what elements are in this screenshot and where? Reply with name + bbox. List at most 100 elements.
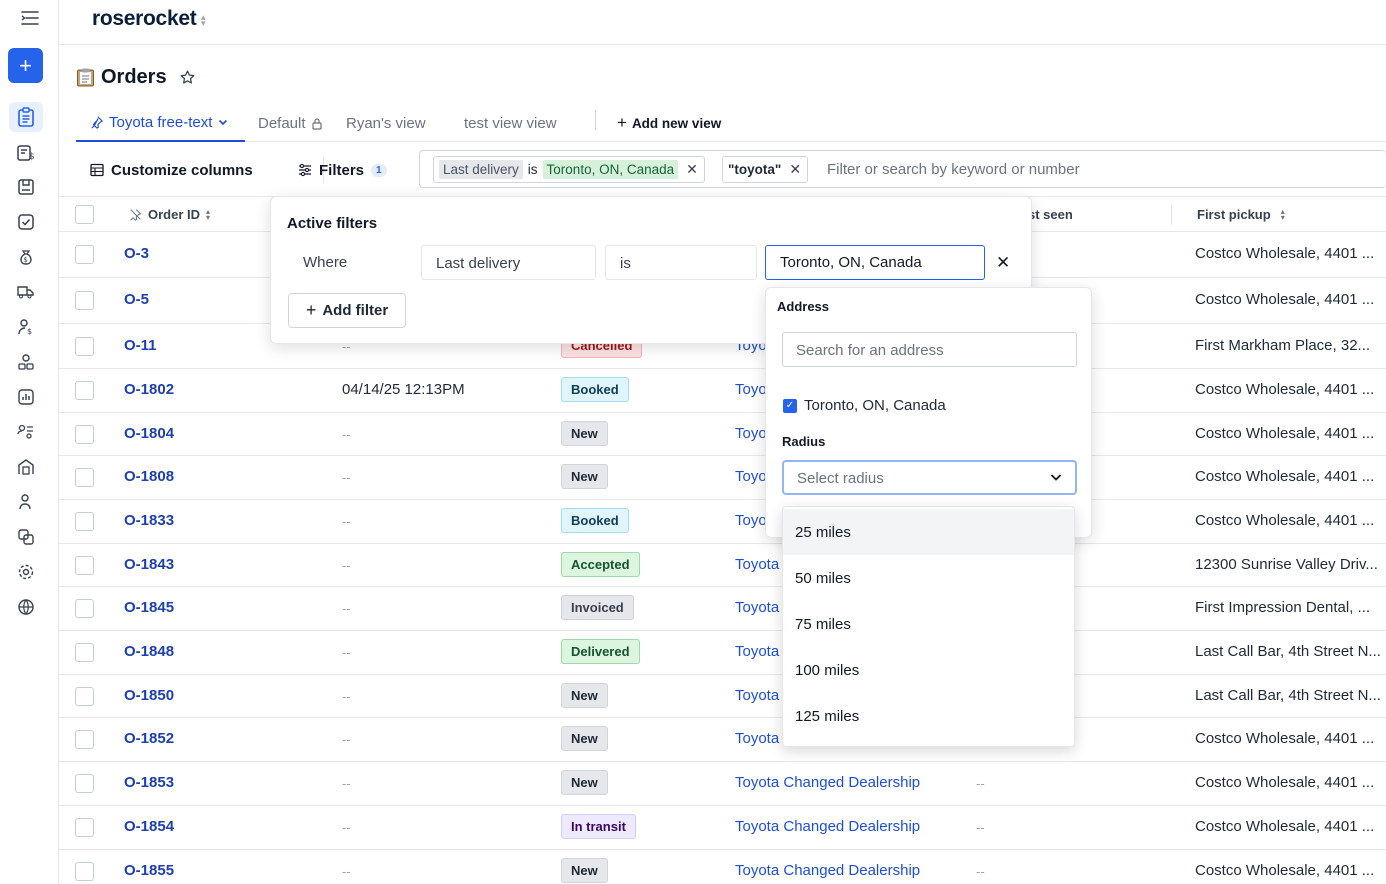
customer-link[interactable]: Toyota xyxy=(735,643,779,660)
radius-select[interactable]: Select radius xyxy=(782,460,1077,495)
table-row[interactable]: O-1804 -- New Toyo Costco Wholesale, 4401 ..… xyxy=(59,413,1386,456)
customer-link[interactable]: Toyota Changed Dealership xyxy=(735,862,920,879)
filter-operator-select[interactable]: is xyxy=(605,245,757,280)
row-checkbox[interactable] xyxy=(75,643,94,662)
sidebar-item-settings[interactable] xyxy=(9,557,43,587)
row-checkbox[interactable] xyxy=(75,556,94,575)
column-header-last-seen[interactable]: st seen xyxy=(1028,207,1073,222)
filter-chip-last-delivery[interactable]: Last delivery is Toronto, ON, Canada ✕ xyxy=(433,156,705,183)
row-checkbox[interactable] xyxy=(75,425,94,444)
filter-search-input[interactable]: Filter or search by keyword or number xyxy=(827,161,1080,178)
table-row[interactable]: O-1808 -- New Toyo Costco Wholesale, 4401 ..… xyxy=(59,456,1386,500)
filter-search-bar[interactable]: Last delivery is Toronto, ON, Canada ✕ "… xyxy=(419,150,1386,188)
add-new-view-button[interactable]: + Add new view xyxy=(617,104,721,142)
tab-test-view-view[interactable]: test view view xyxy=(464,104,557,142)
table-row[interactable]: O-1854 -- In transit Toyota Changed Dealers… xyxy=(59,806,1386,850)
address-option-toronto[interactable]: ✓ Toronto, ON, Canada xyxy=(783,397,946,414)
address-search-input[interactable]: Search for an address xyxy=(782,332,1077,367)
add-filter-button[interactable]: + Add filter xyxy=(288,293,406,328)
tab-toyota-free-text[interactable]: Toyota free-text xyxy=(76,104,245,142)
sidebar-item-tasks[interactable] xyxy=(9,207,43,237)
radius-option[interactable]: 100 miles xyxy=(783,647,1074,693)
sidebar-item-carriers[interactable] xyxy=(9,277,43,307)
customer-link[interactable]: Toyota Changed Dealership xyxy=(735,818,920,835)
row-checkbox[interactable] xyxy=(75,512,94,531)
sidebar-item-integrations[interactable] xyxy=(9,522,43,552)
row-checkbox[interactable] xyxy=(75,381,94,400)
customer-link[interactable]: Toyota xyxy=(735,730,779,747)
customer-link[interactable]: Toyo xyxy=(735,468,767,485)
star-icon[interactable] xyxy=(179,69,196,86)
org-switch-icon[interactable]: ▴ ▾ xyxy=(201,13,206,28)
row-checkbox[interactable] xyxy=(75,774,94,793)
customer-link[interactable]: Toyota Changed Dealership xyxy=(735,774,920,791)
table-row[interactable]: O-1843 -- Accepted Toyota 12300 Sunrise Vall… xyxy=(59,544,1386,587)
order-id-link[interactable]: O-5 xyxy=(124,291,149,308)
order-id-link[interactable]: O-1843 xyxy=(124,556,174,573)
customer-link[interactable]: Toyota xyxy=(735,687,779,704)
app-logo[interactable]: roserocket xyxy=(92,7,197,31)
row-checkbox[interactable] xyxy=(75,599,94,618)
tab-default[interactable]: Default xyxy=(258,104,323,142)
remove-chip-icon[interactable]: ✕ xyxy=(789,161,801,178)
order-id-link[interactable]: O-11 xyxy=(124,337,157,354)
sidebar-item-manifests[interactable] xyxy=(9,172,43,202)
column-header-first-pickup[interactable]: First pickup ▴ ▾ xyxy=(1197,207,1285,222)
order-id-link[interactable]: O-1833 xyxy=(124,512,174,529)
menu-collapse-button[interactable] xyxy=(19,8,41,28)
table-row[interactable]: O-1802 04/14/25 12:13PM Booked Toyo Costco W… xyxy=(59,369,1386,413)
table-row[interactable]: O-1853 -- New Toyota Changed Dealership -- Co… xyxy=(59,762,1386,806)
customer-link[interactable]: Toyo xyxy=(735,425,767,442)
row-checkbox[interactable] xyxy=(75,730,94,749)
row-checkbox[interactable] xyxy=(75,291,94,310)
column-header-order-id[interactable]: Order ID ▴ ▾ xyxy=(129,207,210,222)
order-id-link[interactable]: O-1848 xyxy=(124,643,174,660)
remove-chip-icon[interactable]: ✕ xyxy=(686,161,698,178)
filters-button[interactable]: Filters 1 xyxy=(298,159,387,181)
table-row[interactable]: O-1845 -- Invoiced Toyota First Impression D… xyxy=(59,587,1386,631)
sort-icon[interactable]: ▴ ▾ xyxy=(206,207,210,221)
create-button[interactable]: + xyxy=(8,48,43,83)
order-id-link[interactable]: O-1852 xyxy=(124,730,174,747)
radius-option[interactable]: 75 miles xyxy=(783,601,1074,647)
table-row[interactable]: O-1855 -- New Toyota Changed Dealership -- Co… xyxy=(59,850,1386,884)
row-checkbox[interactable] xyxy=(75,818,94,837)
filter-chip-keyword[interactable]: "toyota" ✕ xyxy=(722,156,809,183)
order-id-link[interactable]: O-1855 xyxy=(124,862,174,879)
sidebar-item-orders[interactable] xyxy=(9,102,43,132)
order-id-link[interactable]: O-1854 xyxy=(124,818,174,835)
sidebar-item-partners[interactable] xyxy=(9,487,43,517)
order-id-link[interactable]: O-1845 xyxy=(124,599,174,616)
row-checkbox[interactable] xyxy=(75,468,94,487)
row-checkbox[interactable] xyxy=(75,245,94,264)
table-row[interactable]: O-1850 -- New Toyota Last Call Bar, 4th Stre… xyxy=(59,675,1386,718)
table-row[interactable]: O-1833 -- Booked Toyo Costco Wholesale, 4401… xyxy=(59,500,1386,544)
order-id-link[interactable]: O-1808 xyxy=(124,468,174,485)
row-checkbox[interactable] xyxy=(75,337,94,356)
sidebar-item-quotes[interactable]: $ xyxy=(9,138,43,168)
customer-link[interactable]: Toyota xyxy=(735,556,779,573)
sidebar-item-reports[interactable] xyxy=(9,382,43,412)
customer-link[interactable]: Toyota xyxy=(735,599,779,616)
order-id-link[interactable]: O-3 xyxy=(124,245,149,262)
row-checkbox[interactable] xyxy=(75,862,94,881)
sidebar-item-network[interactable] xyxy=(9,592,43,622)
tab-ryans-view[interactable]: Ryan's view xyxy=(346,104,426,142)
customize-columns-button[interactable]: Customize columns xyxy=(90,159,253,181)
radius-option[interactable]: 125 miles xyxy=(783,693,1074,739)
checked-checkbox-icon[interactable]: ✓ xyxy=(783,398,797,413)
remove-filter-icon[interactable]: ✕ xyxy=(996,253,1010,273)
order-id-link[interactable]: O-1804 xyxy=(124,425,174,442)
sidebar-item-warehouse[interactable] xyxy=(9,452,43,482)
customer-link[interactable]: Toyo xyxy=(735,512,767,529)
filter-value-input[interactable]: Toronto, ON, Canada xyxy=(765,245,985,280)
table-row[interactable]: O-1852 -- New Toyota Costco Wholesale, 4401 … xyxy=(59,718,1386,762)
radius-option[interactable]: 50 miles xyxy=(783,555,1074,601)
order-id-link[interactable]: O-1853 xyxy=(124,774,174,791)
table-row[interactable]: O-1848 -- Delivered Toyota Last Call Bar, 4t… xyxy=(59,631,1386,675)
filter-field-select[interactable]: Last delivery xyxy=(421,245,596,280)
sidebar-item-billing[interactable]: $ xyxy=(9,242,43,272)
sort-icon[interactable]: ▴ ▾ xyxy=(1281,207,1285,221)
customer-link[interactable]: Toyo xyxy=(735,381,767,398)
order-id-link[interactable]: O-1850 xyxy=(124,687,174,704)
